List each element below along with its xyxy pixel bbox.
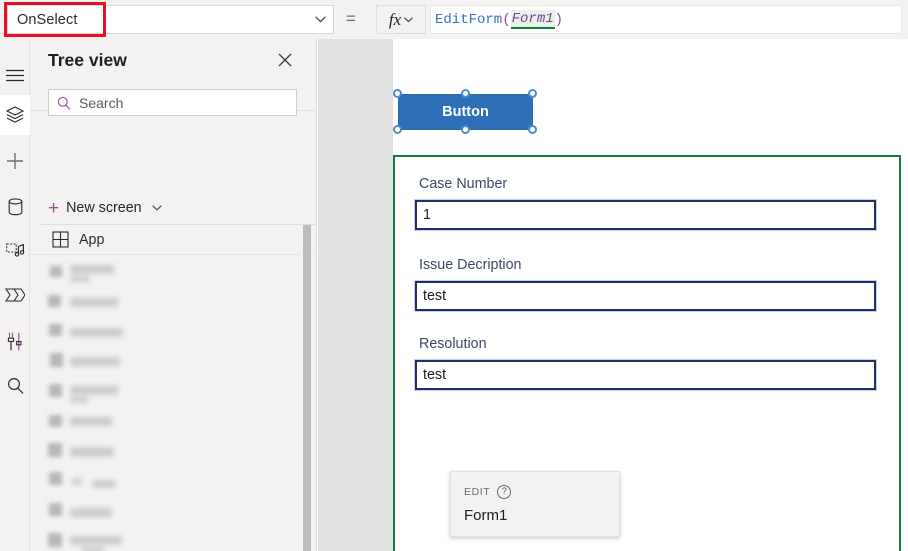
property-selector-value: OnSelect — [17, 11, 78, 28]
question-glyph: ? — [501, 486, 507, 498]
list-item[interactable] — [30, 257, 317, 287]
panel-title: Tree view — [48, 49, 127, 70]
form-mode-tooltip-card: EDIT ? Form1 — [450, 471, 620, 537]
variables-tools-icon[interactable] — [0, 321, 30, 361]
search-placeholder-text: Search — [79, 94, 124, 111]
selection-handle-bottom-right[interactable] — [528, 125, 537, 134]
search-icon[interactable] — [0, 365, 30, 405]
tooltip-header: EDIT ? — [464, 485, 512, 499]
formula-input[interactable]: EditForm ( Form1 ) — [430, 5, 902, 34]
formula-control-reference: Form1 — [510, 10, 555, 29]
tree-view-panel: Tree view Screens Components Search + Ne — [30, 39, 317, 551]
new-screen-label: New screen — [66, 200, 142, 216]
field-label-issue-description: Issue Decription — [419, 257, 522, 273]
close-icon[interactable] — [275, 50, 295, 70]
formula-open-paren: ( — [502, 11, 511, 28]
list-item[interactable] — [30, 527, 317, 551]
field-label-case-number: Case Number — [419, 176, 508, 192]
list-item[interactable] — [30, 497, 317, 527]
chevron-down-icon[interactable] — [151, 203, 162, 214]
tree-scrollbar[interactable] — [303, 225, 311, 551]
hamburger-menu-icon[interactable] — [0, 55, 30, 95]
left-icon-rail — [0, 39, 30, 551]
selection-handle-bottom-left[interactable] — [393, 125, 402, 134]
button-label: Button — [442, 104, 489, 120]
question-circle-icon[interactable]: ? — [497, 485, 512, 499]
list-item[interactable] — [30, 467, 317, 497]
power-automate-flow-icon[interactable] — [0, 275, 30, 315]
media-icon[interactable] — [0, 231, 30, 271]
property-selector-dropdown[interactable]: OnSelect — [7, 5, 334, 34]
tree-view-header: Tree view — [30, 39, 317, 81]
tree-item-app[interactable]: App — [30, 225, 317, 255]
selection-handle-top-center[interactable] — [461, 89, 470, 98]
chevron-down-icon[interactable] — [307, 16, 333, 23]
power-apps-studio: OnSelect = fx EditForm ( Form1 ) Tree vi… — [0, 0, 908, 551]
search-input[interactable]: Search — [48, 89, 297, 116]
database-data-icon[interactable] — [0, 187, 30, 227]
search-icon — [49, 96, 79, 110]
field-label-resolution: Resolution — [419, 336, 487, 352]
list-item[interactable] — [30, 347, 317, 377]
tooltip-mode-label: EDIT — [464, 486, 491, 498]
formula-function-token: EditForm — [435, 11, 503, 28]
list-item[interactable] — [30, 317, 317, 347]
app-grid-icon — [52, 231, 74, 248]
formula-close-paren: ) — [554, 11, 564, 28]
tree-item-label: App — [79, 231, 105, 248]
selection-handle-top-left[interactable] — [393, 89, 402, 98]
chevron-down-icon — [404, 15, 414, 25]
list-item[interactable] — [30, 377, 317, 407]
selection-handle-top-right[interactable] — [528, 89, 537, 98]
fx-function-button[interactable]: fx — [376, 5, 426, 34]
plus-insert-icon[interactable] — [0, 141, 30, 181]
list-item[interactable] — [30, 287, 317, 317]
fx-label: fx — [388, 9, 402, 29]
list-item[interactable] — [30, 437, 317, 467]
new-screen-button[interactable]: + New screen — [48, 195, 162, 221]
plus-icon: + — [48, 197, 60, 219]
screens-tree-list: App — [30, 225, 317, 551]
list-item[interactable] — [30, 407, 317, 437]
formula-bar: OnSelect = fx EditForm ( Form1 ) — [0, 0, 908, 39]
tooltip-control-name: Form1 — [464, 507, 508, 524]
field-input-resolution[interactable]: test — [414, 359, 877, 391]
selection-handle-bottom-center[interactable] — [461, 125, 470, 134]
equals-label: = — [346, 9, 356, 28]
layers-tree-view-icon[interactable] — [0, 95, 30, 135]
field-input-case-number[interactable]: 1 — [414, 199, 877, 231]
field-input-issue-description[interactable]: test — [414, 280, 877, 312]
